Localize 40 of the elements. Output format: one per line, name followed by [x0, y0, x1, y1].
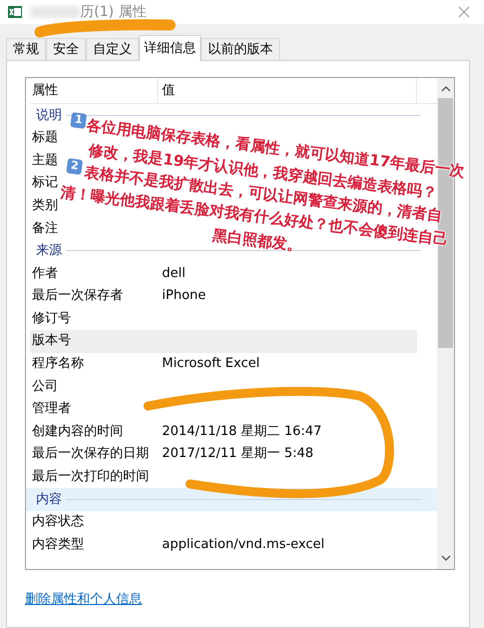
scroll-down-icon [440, 555, 450, 561]
tab[interactable]: 详细信息 [139, 35, 201, 61]
property-row[interactable]: 版本号 [30, 330, 417, 353]
group-title: 内容 [36, 490, 62, 509]
close-icon [458, 6, 470, 18]
property-name: 程序名称 [32, 355, 84, 374]
property-name: 类别 [32, 196, 58, 215]
property-name: 最后一次保存者 [32, 287, 123, 306]
property-name: 版本号 [32, 332, 71, 350]
tab[interactable]: 以前的版本 [201, 38, 280, 60]
group-title: 说明 [36, 106, 62, 125]
property-value: dell [161, 264, 186, 283]
property-name: 标题 [32, 129, 58, 148]
window-title: 历(1) 属性 [80, 2, 146, 22]
property-name: 主题 [32, 152, 58, 170]
property-value: application/vnd.ms-excel [161, 536, 325, 554]
tab[interactable]: 自定义 [86, 38, 139, 60]
property-name: 修订号 [32, 310, 71, 328]
property-name: 内容类型 [32, 536, 84, 554]
property-name: 备注 [32, 220, 58, 238]
tab[interactable]: 安全 [46, 38, 86, 60]
scroll-up-icon [440, 86, 450, 92]
property-value: Microsoft Excel [161, 355, 260, 374]
property-name: 创建内容的时间 [32, 422, 123, 441]
property-value: iPhone [161, 287, 206, 306]
property-name: 内容状态 [32, 513, 84, 532]
property-value: 2014/11/18 星期二 16:47 [161, 422, 322, 441]
tab[interactable]: 常规 [6, 38, 46, 60]
property-name: 最后一次打印的时间 [32, 468, 149, 486]
property-name: 管理者 [32, 400, 71, 418]
column-header[interactable]: 属性 [30, 78, 158, 103]
property-name: 最后一次保存的日期 [32, 445, 149, 464]
property-name: 作者 [32, 264, 58, 283]
remove-properties-link[interactable]: 删除属性和个人信息 [25, 590, 142, 610]
spreadsheet-icon [8, 6, 22, 18]
property-name: 公司 [32, 378, 58, 396]
column-header[interactable]: 值 [158, 78, 417, 103]
property-value: 2017/12/11 星期一 5:48 [161, 445, 314, 464]
group-title: 来源 [36, 242, 62, 260]
property-name: 标记 [32, 174, 58, 192]
